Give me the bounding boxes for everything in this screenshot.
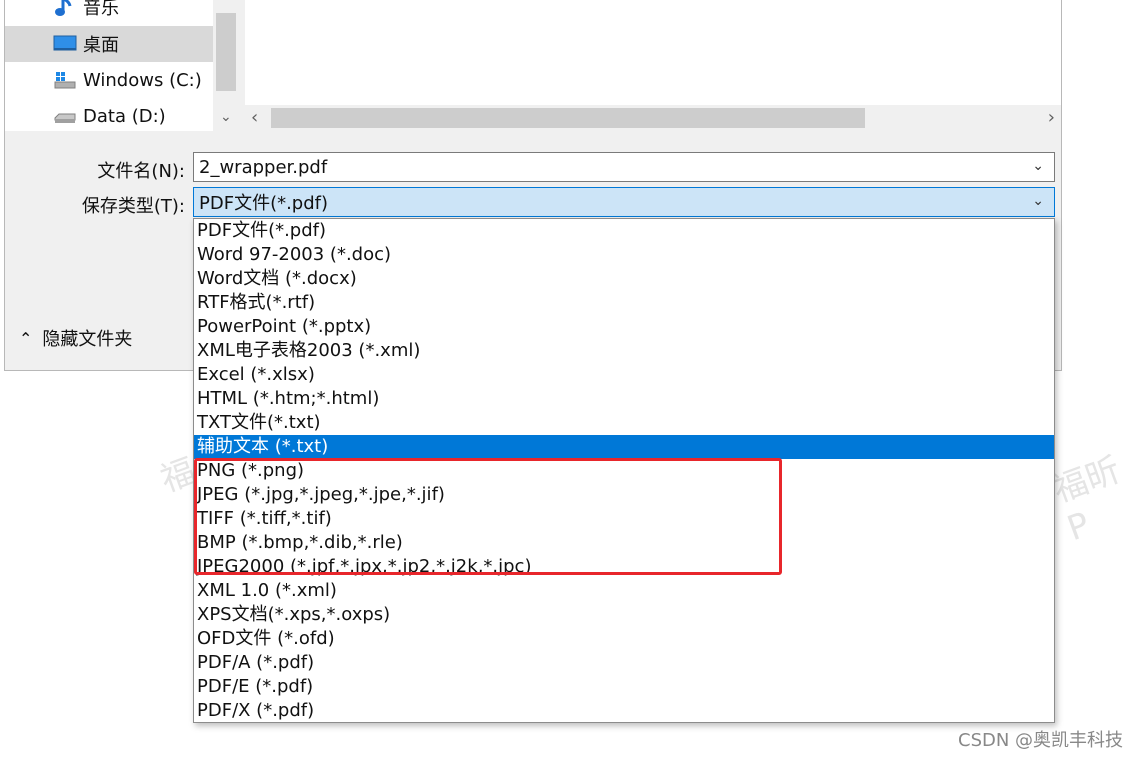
nav-item-windows-c[interactable]: Windows (C:): [5, 62, 213, 98]
chevron-down-icon[interactable]: ⌄: [220, 109, 232, 125]
chevron-right-icon[interactable]: ›: [1048, 107, 1055, 128]
annotation-highlight-box: [194, 458, 782, 575]
music-icon: [55, 0, 72, 16]
dropdown-option[interactable]: PDF/E (*.pdf): [194, 675, 1054, 699]
scrollbar-thumb[interactable]: [216, 13, 236, 91]
windows-drive-icon: [54, 72, 76, 89]
dropdown-option[interactable]: OFD文件 (*.ofd): [194, 627, 1054, 651]
nav-item-label: Data (D:): [83, 105, 166, 127]
hide-folders-label: 隐藏文件夹: [42, 329, 133, 350]
nav-item-desktop[interactable]: 桌面: [5, 26, 213, 62]
filename-field[interactable]: 2_wrapper.pdf ⌄: [193, 152, 1055, 182]
chevron-up-icon: ⌃: [19, 328, 33, 348]
dropdown-option[interactable]: Excel (*.xlsx): [194, 363, 1054, 387]
filename-label: 文件名(N):: [97, 161, 185, 182]
watermark: 福昕P: [1048, 449, 1126, 550]
nav-scrollbar[interactable]: ⌄: [213, 0, 239, 131]
dropdown-option[interactable]: PDF文件(*.pdf): [194, 219, 1054, 243]
chevron-down-icon[interactable]: ⌄: [1032, 158, 1044, 174]
nav-item-label: Windows (C:): [83, 69, 202, 91]
dropdown-option[interactable]: XML 1.0 (*.xml): [194, 579, 1054, 603]
nav-item-music[interactable]: 音乐: [5, 0, 213, 25]
dropdown-option[interactable]: Word文档 (*.docx): [194, 267, 1054, 291]
scrollbar-thumb[interactable]: [271, 108, 865, 128]
drive-icon: [54, 113, 76, 123]
nav-item-label: 音乐: [83, 0, 119, 19]
dropdown-option-highlighted[interactable]: 辅助文本 (*.txt): [194, 435, 1054, 459]
dropdown-option[interactable]: PowerPoint (*.pptx): [194, 315, 1054, 339]
dropdown-option[interactable]: Word 97-2003 (*.doc): [194, 243, 1054, 267]
chevron-down-icon[interactable]: ⌄: [1032, 193, 1044, 209]
dropdown-option[interactable]: TXT文件(*.txt): [194, 411, 1054, 435]
chevron-left-icon[interactable]: ‹: [251, 107, 258, 128]
source-watermark: CSDN @奥凯丰科技: [958, 730, 1124, 751]
dropdown-option[interactable]: HTML (*.htm;*.html): [194, 387, 1054, 411]
desktop-icon: [53, 35, 77, 51]
nav-item-label: 桌面: [83, 35, 119, 56]
nav-item-data-d[interactable]: Data (D:): [5, 98, 213, 134]
navigation-pane: 音乐 桌面 Windows (C:) Data (D:): [5, 0, 213, 131]
dropdown-option[interactable]: PDF/X (*.pdf): [194, 699, 1054, 723]
save-type-label: 保存类型(T):: [81, 196, 185, 217]
hide-folders-button[interactable]: ⌃ 隐藏文件夹: [19, 325, 132, 351]
horizontal-scrollbar[interactable]: ‹ ›: [245, 105, 1061, 131]
save-type-value: PDF文件(*.pdf): [199, 193, 329, 214]
dropdown-option[interactable]: RTF格式(*.rtf): [194, 291, 1054, 315]
dropdown-option[interactable]: PDF/A (*.pdf): [194, 651, 1054, 675]
dropdown-option[interactable]: XPS文档(*.xps,*.oxps): [194, 603, 1054, 627]
filename-value: 2_wrapper.pdf: [199, 156, 328, 178]
save-type-select[interactable]: PDF文件(*.pdf) ⌄: [193, 187, 1055, 217]
dropdown-option[interactable]: XML电子表格2003 (*.xml): [194, 339, 1054, 363]
